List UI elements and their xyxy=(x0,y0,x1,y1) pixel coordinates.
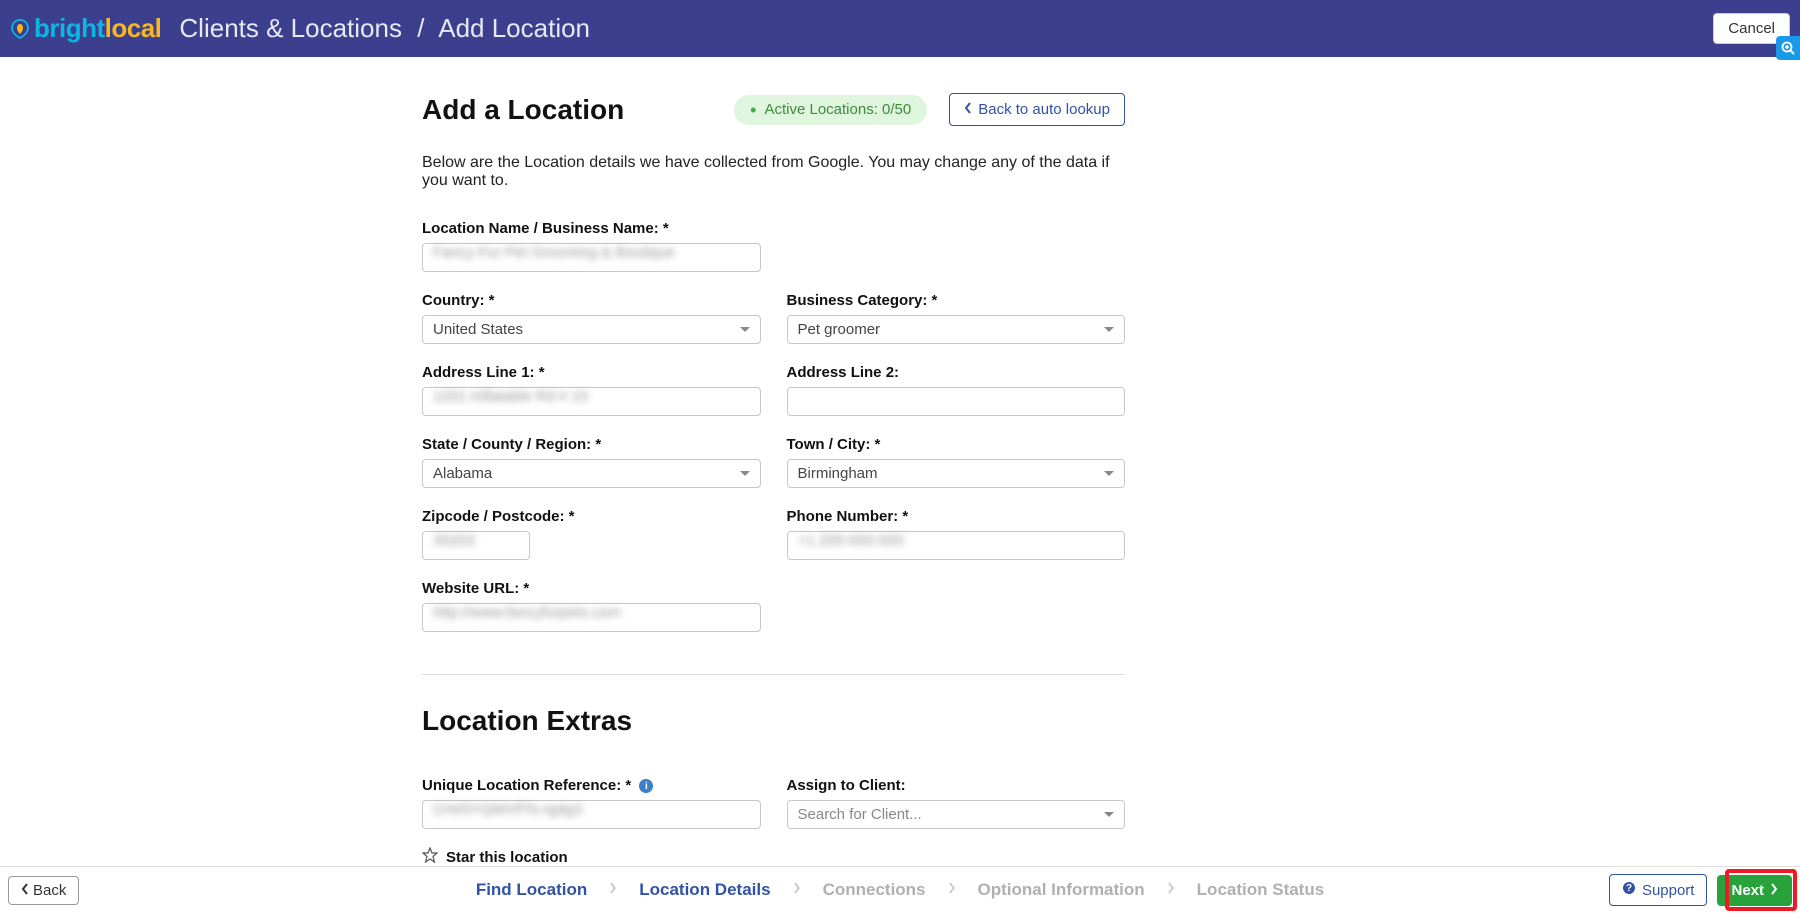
top-header-bar: brightlocal Clients & Locations / Add Lo… xyxy=(0,0,1800,57)
active-locations-badge: Active Locations: 0/50 xyxy=(734,95,927,125)
intro-text: Below are the Location details we have c… xyxy=(422,154,1125,190)
location-name-group: Location Name / Business Name: * Fancy F… xyxy=(422,220,761,272)
location-name-input[interactable]: Fancy Fur Pet Grooming & Boutique xyxy=(422,243,761,272)
address2-input[interactable] xyxy=(787,387,1126,416)
zipcode-group: Zipcode / Postcode: * 35203 xyxy=(422,508,761,560)
phone-group: Phone Number: * +1 205-000-000 xyxy=(787,508,1126,560)
star-icon xyxy=(422,847,438,867)
footer-right: ? Support Next xyxy=(1609,874,1792,906)
assign-client-select[interactable]: Search for Client... xyxy=(787,800,1126,829)
assign-label: Assign to Client: xyxy=(787,777,1126,794)
support-label: Support xyxy=(1642,882,1695,899)
logo-text-local: local xyxy=(105,13,162,44)
business-category-value: Pet groomer xyxy=(798,321,881,338)
state-select[interactable]: Alabama xyxy=(422,459,761,488)
address1-group: Address Line 1: * 1201 Inflatable Rd # 1… xyxy=(422,364,761,416)
country-value: United States xyxy=(433,321,523,338)
city-value: Birmingham xyxy=(798,465,878,482)
breadcrumb: Clients & Locations / Add Location xyxy=(179,13,590,44)
caret-down-icon xyxy=(740,327,750,332)
step-location-status[interactable]: Location Status xyxy=(1189,876,1333,904)
chevron-right-icon xyxy=(1167,881,1175,899)
footer-bar: Back Find Location Location Details Conn… xyxy=(0,866,1800,913)
address2-label: Address Line 2: xyxy=(787,364,1126,381)
ref-label-text: Unique Location Reference: * xyxy=(422,777,631,794)
address2-group: Address Line 2: xyxy=(787,364,1126,416)
location-form: Location Name / Business Name: * Fancy F… xyxy=(422,220,1125,632)
caret-down-icon xyxy=(1104,327,1114,332)
breadcrumb-parent[interactable]: Clients & Locations xyxy=(179,13,402,43)
chevron-right-icon xyxy=(948,881,956,899)
main-content: Add a Location Active Locations: 0/50 Ba… xyxy=(422,57,1125,867)
location-name-label: Location Name / Business Name: * xyxy=(422,220,761,237)
website-group: Website URL: * http://www.fancyfurpets.c… xyxy=(422,580,761,632)
chevron-left-icon xyxy=(21,882,29,899)
wizard-steps: Find Location Location Details Connectio… xyxy=(468,876,1332,904)
location-extras-title: Location Extras xyxy=(422,705,1125,737)
business-category-label: Business Category: * xyxy=(787,292,1126,309)
header-left: brightlocal Clients & Locations / Add Lo… xyxy=(10,13,590,44)
star-location-row[interactable]: Star this location xyxy=(422,847,1125,867)
ref-label: Unique Location Reference: * i xyxy=(422,777,761,794)
city-select[interactable]: Birmingham xyxy=(787,459,1126,488)
back-lookup-label: Back to auto lookup xyxy=(978,101,1110,118)
step-optional-information[interactable]: Optional Information xyxy=(970,876,1153,904)
address1-input[interactable]: 1201 Inflatable Rd # 10 xyxy=(422,387,761,416)
chevron-left-icon xyxy=(964,101,972,118)
zoom-widget[interactable] xyxy=(1776,36,1800,60)
caret-down-icon xyxy=(1104,471,1114,476)
title-actions: Active Locations: 0/50 Back to auto look… xyxy=(734,93,1125,126)
chevron-right-icon xyxy=(793,881,801,899)
logo-icon xyxy=(10,18,30,40)
website-label: Website URL: * xyxy=(422,580,761,597)
ref-input[interactable]: CHI/5YQMVf/To-Igdg3 xyxy=(422,800,761,829)
caret-down-icon xyxy=(1104,812,1114,817)
star-location-label: Star this location xyxy=(446,849,568,866)
back-to-auto-lookup-button[interactable]: Back to auto lookup xyxy=(949,93,1125,126)
back-label: Back xyxy=(33,882,66,899)
step-find-location[interactable]: Find Location xyxy=(468,876,595,904)
city-group: Town / City: * Birmingham xyxy=(787,436,1126,488)
phone-label: Phone Number: * xyxy=(787,508,1126,525)
extras-form: Unique Location Reference: * i CHI/5YQMV… xyxy=(422,777,1125,829)
country-select[interactable]: United States xyxy=(422,315,761,344)
info-icon[interactable]: i xyxy=(639,779,653,793)
title-row: Add a Location Active Locations: 0/50 Ba… xyxy=(422,93,1125,126)
back-button[interactable]: Back xyxy=(8,876,79,905)
logo-text-bright: bright xyxy=(34,13,105,44)
ref-group: Unique Location Reference: * i CHI/5YQMV… xyxy=(422,777,761,829)
state-group: State / County / Region: * Alabama xyxy=(422,436,761,488)
support-button[interactable]: ? Support xyxy=(1609,874,1708,906)
caret-down-icon xyxy=(740,471,750,476)
business-category-select[interactable]: Pet groomer xyxy=(787,315,1126,344)
step-location-details[interactable]: Location Details xyxy=(631,876,778,904)
address1-label: Address Line 1: * xyxy=(422,364,761,381)
chevron-right-icon xyxy=(609,881,617,899)
zipcode-input[interactable]: 35203 xyxy=(422,531,530,560)
phone-input[interactable]: +1 205-000-000 xyxy=(787,531,1126,560)
zipcode-label: Zipcode / Postcode: * xyxy=(422,508,761,525)
question-circle-icon: ? xyxy=(1622,881,1636,899)
page-title: Add a Location xyxy=(422,94,624,126)
country-group: Country: * United States xyxy=(422,292,761,344)
city-label: Town / City: * xyxy=(787,436,1126,453)
chevron-right-icon xyxy=(1770,882,1778,899)
country-label: Country: * xyxy=(422,292,761,309)
breadcrumb-current: Add Location xyxy=(438,13,590,43)
assign-group: Assign to Client: Search for Client... xyxy=(787,777,1126,829)
website-input[interactable]: http://www.fancyfurpets.com xyxy=(422,603,761,632)
section-divider xyxy=(422,674,1125,675)
next-label: Next xyxy=(1731,882,1764,899)
brightlocal-logo[interactable]: brightlocal xyxy=(10,13,161,44)
svg-text:?: ? xyxy=(1626,883,1632,894)
state-value: Alabama xyxy=(433,465,492,482)
state-label: State / County / Region: * xyxy=(422,436,761,453)
business-category-group: Business Category: * Pet groomer xyxy=(787,292,1126,344)
breadcrumb-separator: / xyxy=(417,13,424,43)
step-connections[interactable]: Connections xyxy=(815,876,934,904)
active-locations-text: Active Locations: 0/50 xyxy=(764,101,911,118)
next-button[interactable]: Next xyxy=(1717,875,1792,906)
assign-placeholder: Search for Client... xyxy=(798,806,922,823)
